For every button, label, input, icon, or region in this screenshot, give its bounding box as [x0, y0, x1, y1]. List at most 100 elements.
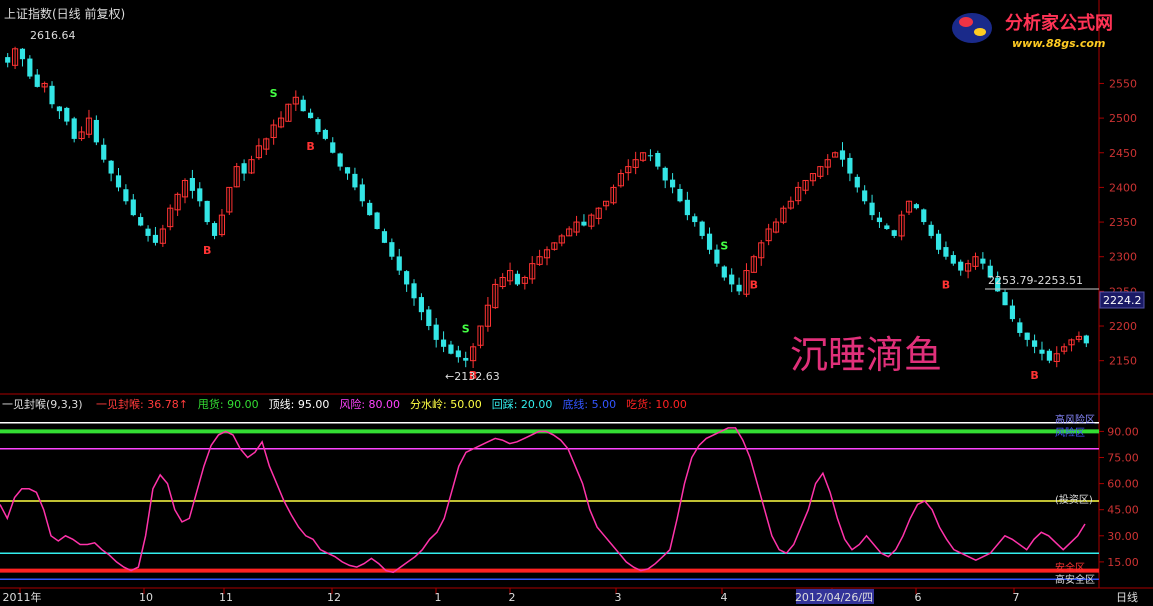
sell-signal: S	[720, 240, 728, 253]
zone-label-risk: 风险区	[1055, 426, 1085, 439]
low-price-label: ←2132.63	[445, 370, 500, 383]
candle-body	[1024, 332, 1030, 340]
candle-body	[152, 234, 159, 243]
buy-signal: B	[306, 140, 314, 153]
legend-item: 分水岭: 50.00	[410, 397, 482, 411]
zone-label-high-safe: 高安全区	[1055, 573, 1095, 586]
time-tick-label: 2	[509, 591, 516, 604]
price-tick-label: 2550	[1109, 77, 1137, 90]
candle-body	[5, 57, 11, 63]
candle-body	[204, 200, 210, 223]
logo-url: www.88gs.com	[1012, 37, 1105, 50]
high-price-label: 2616.64	[30, 29, 76, 42]
candle-body	[935, 233, 942, 250]
candle-body	[862, 190, 868, 202]
legend-item: 甩货: 90.00	[198, 397, 259, 411]
candle-body	[27, 58, 33, 77]
oscillator-tick-label: 60.00	[1107, 478, 1139, 491]
candle-body	[352, 173, 358, 188]
candle-body	[869, 202, 875, 216]
candle-body	[49, 85, 55, 105]
candle-body	[71, 118, 77, 139]
candle-body	[1017, 322, 1023, 333]
candle-body	[455, 350, 461, 358]
price-tick-label: 2350	[1109, 216, 1137, 229]
legend-item: 风险: 80.00	[339, 397, 400, 411]
candle-body	[677, 188, 683, 202]
candle-body	[1039, 349, 1045, 354]
time-tick-label: 10	[139, 591, 153, 604]
zone-label-high-risk: 高风险区	[1055, 413, 1095, 426]
legend-item: 吃货: 10.00	[626, 397, 687, 411]
candle-body	[928, 224, 934, 236]
price-tick-label: 2150	[1109, 355, 1137, 368]
candle-body	[647, 155, 654, 157]
price-tick-label: 2400	[1109, 181, 1137, 194]
buy-signal: B	[203, 244, 211, 257]
candle-body	[670, 179, 676, 188]
candle-body	[1002, 292, 1008, 306]
candle-body	[699, 221, 705, 236]
oscillator-tick-label: 30.00	[1107, 530, 1139, 543]
candle-body	[729, 274, 735, 285]
time-tick-label: 3	[615, 591, 622, 604]
legend-item: 顶线: 95.00	[269, 397, 330, 411]
price-tick-label: 2450	[1109, 147, 1137, 160]
candle-body	[101, 144, 107, 160]
candle-body	[706, 233, 713, 250]
candle-body	[322, 129, 328, 139]
candle-body	[581, 221, 587, 226]
indicator-legend: 一见封喉: 36.78↑ 甩货: 90.00 顶线: 95.00 风险: 80.00 分…	[96, 397, 687, 411]
time-tick-label: 2011年	[3, 590, 42, 604]
candle-body	[655, 152, 661, 167]
watermark-text: 沉睡滴鱼	[790, 333, 942, 377]
candle-body	[337, 153, 343, 167]
candle-body	[130, 199, 136, 216]
legend-item: 回踩: 20.00	[492, 398, 553, 411]
candle-body	[64, 107, 70, 122]
candle-body	[1046, 350, 1052, 361]
chart-background	[0, 0, 1153, 606]
time-tick-label: 7	[1013, 591, 1020, 604]
logo-name: 分析家公式网	[1005, 12, 1113, 34]
candle-body	[980, 258, 986, 264]
candle-body	[56, 106, 62, 112]
oscillator-tick-label: 90.00	[1107, 425, 1139, 438]
candle-body	[847, 157, 853, 174]
candle-body	[359, 184, 365, 202]
candle-body	[123, 189, 129, 202]
candle-body	[34, 74, 40, 87]
sell-signal: S	[462, 323, 470, 336]
candle-body	[714, 249, 720, 264]
buy-signal: B	[750, 279, 758, 292]
candle-body	[300, 99, 306, 112]
logo-globe-icon	[952, 13, 992, 43]
current-price-label: 2224.2	[1103, 294, 1142, 307]
stock-chart[interactable]: 215022002250230023502400245025002550 15.…	[0, 0, 1153, 606]
candle-body	[367, 202, 373, 216]
candle-body	[854, 176, 860, 188]
candle-body	[389, 242, 395, 257]
candle-body	[396, 256, 402, 271]
candle-body	[241, 163, 247, 174]
candle-body	[108, 160, 114, 174]
candle-body	[958, 261, 964, 271]
price-tick-label: 2200	[1109, 320, 1137, 333]
candle-body	[1083, 335, 1089, 344]
candle-body	[721, 266, 727, 278]
candle-body	[891, 230, 897, 236]
candle-body	[440, 339, 447, 347]
candle-body	[692, 216, 698, 223]
candle-body	[19, 48, 26, 60]
candle-body	[138, 217, 144, 226]
candle-body	[736, 284, 742, 292]
candle-body	[411, 283, 417, 299]
time-tick-label: 2012/04/26/四	[795, 591, 873, 604]
candle-body	[426, 309, 432, 327]
candle-body	[1009, 305, 1016, 320]
candle-body	[876, 217, 883, 223]
candle-body	[330, 142, 336, 153]
time-tick-label: 1	[435, 591, 442, 604]
candle-body	[115, 175, 122, 188]
price-tick-label: 2500	[1109, 112, 1137, 125]
